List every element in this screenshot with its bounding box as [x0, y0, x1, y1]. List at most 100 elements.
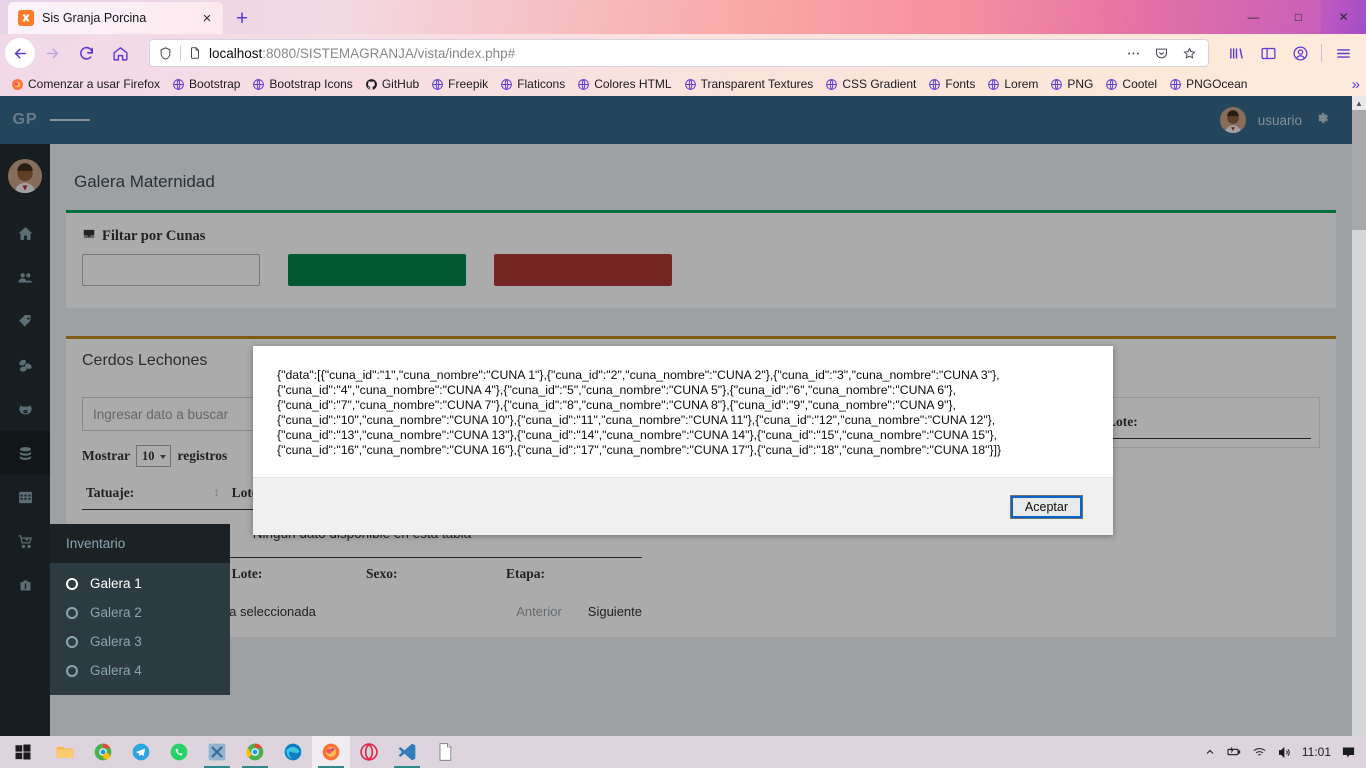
filter-apply-button[interactable]	[288, 254, 466, 286]
bookmark-item[interactable]: Fonts	[923, 75, 980, 93]
system-tray: 11:01	[1204, 744, 1366, 760]
chevron-up-icon[interactable]	[1204, 746, 1216, 758]
forward-icon[interactable]	[35, 36, 69, 70]
menu-icon[interactable]	[1328, 38, 1358, 68]
gear-icon[interactable]	[1314, 110, 1330, 131]
library-icon[interactable]	[1221, 38, 1251, 68]
close-icon[interactable]: ×	[197, 8, 217, 28]
bookmark-item[interactable]: PNGOcean	[1164, 75, 1252, 93]
telegram-icon[interactable]	[122, 736, 160, 768]
page-scrollbar[interactable]: ▲	[1352, 96, 1366, 736]
start-button[interactable]	[0, 736, 46, 768]
bookmark-item[interactable]: CSS Gradient	[820, 75, 921, 93]
bookmark-item[interactable]: Bootstrap	[167, 75, 245, 93]
flyout-item-galera-1[interactable]: Galera 1	[50, 569, 230, 598]
sidebar-item-inventario[interactable]	[0, 431, 50, 475]
home-icon[interactable]	[103, 36, 137, 70]
document-icon[interactable]	[426, 736, 464, 768]
flyout-item-galera-3[interactable]: Galera 3	[50, 627, 230, 656]
minimize-button[interactable]: —	[1231, 0, 1276, 34]
sidebar-item-grid[interactable]	[0, 475, 50, 519]
flyout-header: Inventario	[50, 524, 230, 563]
flyout-item-galera-4[interactable]: Galera 4	[50, 656, 230, 685]
address-bar[interactable]: localhost:8080/SISTEMAGRANJA/vista/index…	[149, 39, 1209, 67]
filter-label: Filtar por Cunas	[82, 227, 1320, 246]
scroll-up-icon[interactable]: ▲	[1352, 96, 1366, 110]
clock[interactable]: 11:01	[1302, 745, 1331, 759]
firefox-window: Sis Granja Porcina × + — □ ✕ localhost:8…	[0, 0, 1366, 736]
bookmark-label: Transparent Textures	[700, 77, 814, 91]
sidebar-item-pig[interactable]	[0, 387, 50, 431]
bookmark-item[interactable]: Bootstrap Icons	[247, 75, 357, 93]
prev-page-button[interactable]: Anterior	[516, 604, 562, 619]
flyout-item-galera-2[interactable]: Galera 2	[50, 598, 230, 627]
column-header-tatuaje[interactable]: Tatuaje:	[82, 477, 228, 510]
bookmark-label: Bootstrap Icons	[269, 77, 353, 91]
pocket-icon[interactable]	[1151, 46, 1172, 61]
radio-icon	[66, 577, 78, 590]
sidebar-item-users[interactable]	[0, 255, 50, 299]
whatsapp-icon[interactable]	[160, 736, 198, 768]
flyout-item-label: Galera 4	[90, 663, 142, 678]
sidebar-toggle-icon[interactable]	[50, 96, 90, 144]
sidebar-item-briefcase[interactable]	[0, 563, 50, 607]
entries-select[interactable]: 10	[135, 445, 172, 467]
filter-title: Filtar por Cunas	[102, 228, 206, 244]
bookmark-item[interactable]: Cootel	[1100, 75, 1162, 93]
bookmark-item[interactable]: Lorem	[982, 75, 1043, 93]
sidebar-item-pills[interactable]	[0, 343, 50, 387]
page-actions-icon[interactable]	[1123, 46, 1144, 61]
firefox-icon[interactable]	[312, 736, 350, 768]
bookmark-item[interactable]: Transparent Textures	[679, 75, 819, 93]
sidebar-icon[interactable]	[1253, 38, 1283, 68]
globe-icon	[825, 78, 838, 91]
file-explorer-icon[interactable]	[46, 736, 84, 768]
xampp-icon	[18, 10, 34, 26]
bookmark-item[interactable]: Freepik	[426, 75, 493, 93]
volume-icon[interactable]	[1277, 745, 1292, 760]
radio-icon	[66, 606, 78, 619]
user-name[interactable]: usuario	[1258, 113, 1302, 128]
scrollbar-thumb[interactable]	[1352, 110, 1366, 230]
bookmark-item[interactable]: Flaticons	[495, 75, 570, 93]
edge-icon[interactable]	[274, 736, 312, 768]
wifi-icon[interactable]	[1252, 745, 1267, 760]
flyout-item-label: Galera 3	[90, 634, 142, 649]
sidebar-item-tags[interactable]	[0, 299, 50, 343]
bookmark-item[interactable]: Colores HTML	[572, 75, 676, 93]
app-logo[interactable]: GP	[0, 96, 50, 144]
new-tab-button[interactable]: +	[230, 6, 254, 30]
accept-button[interactable]: Aceptar	[1009, 494, 1083, 519]
reload-icon[interactable]	[69, 36, 103, 70]
chrome-icon[interactable]	[236, 736, 274, 768]
vscode-icon[interactable]	[388, 736, 426, 768]
bookmarks-overflow-icon[interactable]: »	[1352, 76, 1360, 93]
navigation-toolbar: localhost:8080/SISTEMAGRANJA/vista/index…	[0, 34, 1366, 72]
battery-icon[interactable]	[1226, 744, 1242, 760]
flyout-item-label: Galera 2	[90, 605, 142, 620]
bookmark-item[interactable]: PNG	[1045, 75, 1098, 93]
bookmark-item[interactable]: GitHub	[360, 75, 424, 93]
maximize-button[interactable]: □	[1276, 0, 1321, 34]
back-icon[interactable]	[5, 38, 35, 68]
bookmark-star-icon[interactable]	[1179, 46, 1200, 61]
opera-icon[interactable]	[350, 736, 388, 768]
next-page-button[interactable]: Siguiente	[588, 604, 642, 619]
chrome-canary-icon[interactable]	[84, 736, 122, 768]
page-title: Galera Maternidad	[74, 172, 215, 191]
window-close-button[interactable]: ✕	[1321, 0, 1366, 34]
bookmark-label: Flaticons	[517, 77, 566, 91]
alert-dialog-body: {"data":[{"cuna_id":"1","cuna_nombre":"C…	[253, 346, 1113, 477]
notification-icon[interactable]	[1341, 745, 1356, 760]
xampp-icon[interactable]	[198, 736, 236, 768]
filter-clear-button[interactable]	[494, 254, 672, 286]
divider	[180, 45, 181, 61]
sidebar-item-home[interactable]	[0, 211, 50, 255]
account-icon[interactable]	[1285, 38, 1315, 68]
browser-tab[interactable]: Sis Granja Porcina ×	[8, 2, 223, 34]
sidebar-item-cart-plus[interactable]	[0, 519, 50, 563]
url-host: localhost	[209, 45, 263, 61]
tab-title: Sis Granja Porcina	[42, 11, 147, 25]
cuna-select[interactable]	[82, 254, 260, 286]
bookmark-item[interactable]: Comenzar a usar Firefox	[6, 75, 165, 93]
